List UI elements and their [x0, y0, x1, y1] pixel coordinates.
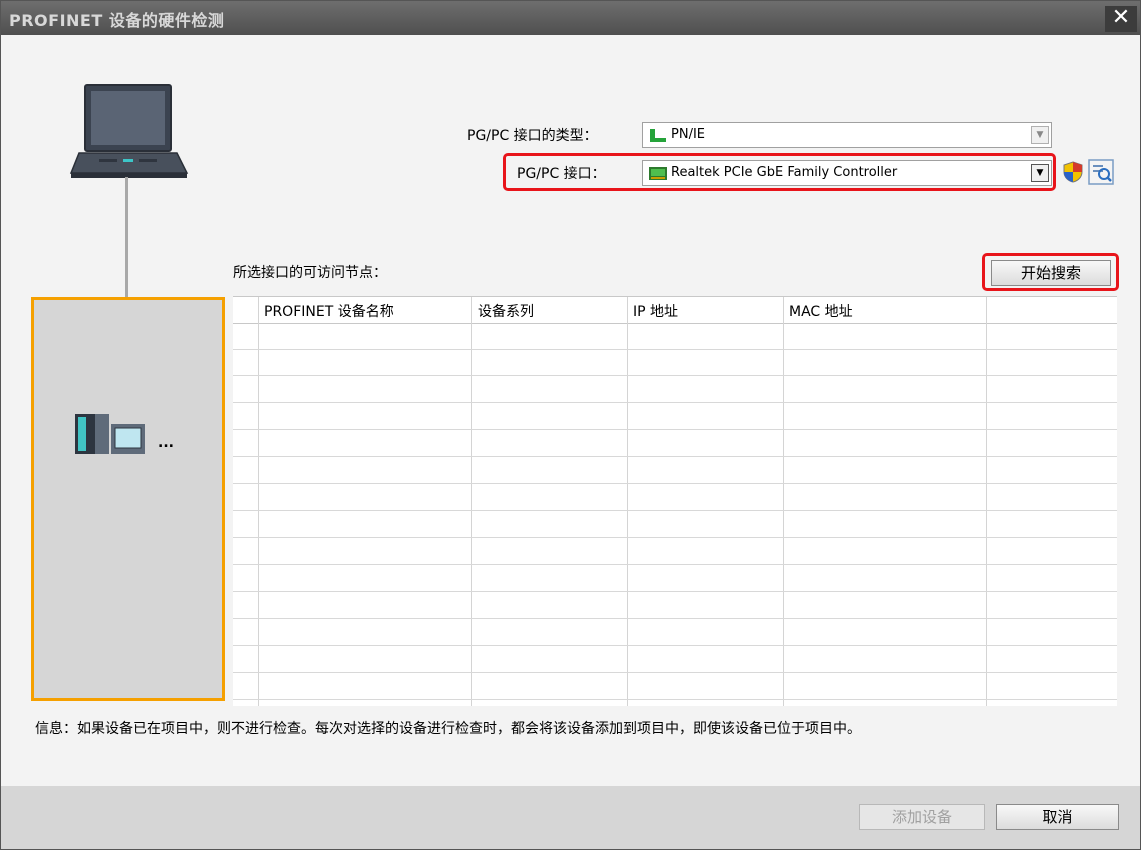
interface-type-select[interactable]: PN/IE ▼	[642, 122, 1052, 148]
interface-value: Realtek PCIe GbE Family Controller	[671, 165, 898, 180]
table-row[interactable]	[233, 647, 1117, 673]
interface-label: PG/PC 接口：	[517, 166, 606, 182]
properties-icon[interactable]	[1088, 159, 1114, 185]
table-row[interactable]	[233, 485, 1117, 511]
table-row[interactable]	[233, 566, 1117, 592]
chevron-down-icon[interactable]: ▼	[1031, 164, 1049, 182]
window-title: PROFINET 设备的硬件检测	[9, 11, 225, 30]
plc-device-icon	[75, 414, 145, 454]
close-icon: ✕	[1111, 5, 1131, 30]
info-message: 信息：如果设备已在项目中，则不进行检查。每次对选择的设备进行检查时，都会将该设备…	[35, 721, 861, 737]
column-header-mac-address[interactable]: MAC 地址	[789, 301, 853, 321]
table-row[interactable]	[233, 620, 1117, 646]
interface-type-value: PN/IE	[671, 127, 705, 142]
network-card-icon	[649, 167, 667, 180]
table-row[interactable]	[233, 324, 1117, 350]
column-header-device-name[interactable]: PROFINET 设备名称	[264, 301, 394, 321]
table-row[interactable]	[233, 350, 1117, 376]
table-row[interactable]	[233, 458, 1117, 484]
add-device-button[interactable]: 添加设备	[859, 804, 985, 830]
add-device-label: 添加设备	[891, 808, 952, 826]
table-row[interactable]	[233, 431, 1117, 457]
table-header: PROFINET 设备名称 设备系列 IP 地址 MAC 地址	[233, 297, 1117, 324]
table-row[interactable]	[233, 512, 1117, 538]
pg-computer-icon	[69, 84, 189, 178]
dialog-window: PROFINET 设备的硬件检测 ✕ ... PG/PC 接口的类型： PN/I…	[0, 0, 1141, 850]
cancel-button[interactable]: 取消	[996, 804, 1119, 830]
nodes-table: PROFINET 设备名称 设备系列 IP 地址 MAC 地址	[233, 296, 1117, 706]
title-bar: PROFINET 设备的硬件检测 ✕	[1, 1, 1140, 35]
table-row[interactable]	[233, 593, 1117, 619]
table-row[interactable]	[233, 674, 1117, 700]
accessible-nodes-label: 所选接口的可访问节点：	[233, 265, 387, 281]
start-search-label: 开始搜索	[1020, 264, 1081, 282]
shield-icon[interactable]	[1063, 161, 1083, 183]
start-search-button[interactable]: 开始搜索	[991, 260, 1111, 286]
chevron-down-icon[interactable]: ▼	[1031, 126, 1049, 144]
device-ellipsis: ...	[158, 435, 174, 451]
interface-type-label: PG/PC 接口的类型：	[467, 128, 598, 144]
table-row[interactable]	[233, 404, 1117, 430]
column-header-ip-address[interactable]: IP 地址	[633, 301, 678, 321]
network-plug-icon	[650, 129, 666, 142]
close-button[interactable]: ✕	[1105, 6, 1137, 32]
table-row[interactable]	[233, 377, 1117, 403]
column-header-device-family[interactable]: 设备系列	[478, 301, 534, 321]
cancel-label: 取消	[1042, 808, 1073, 826]
device-panel	[31, 297, 225, 701]
interface-select[interactable]: Realtek PCIe GbE Family Controller ▼	[642, 160, 1052, 186]
table-row[interactable]	[233, 539, 1117, 565]
